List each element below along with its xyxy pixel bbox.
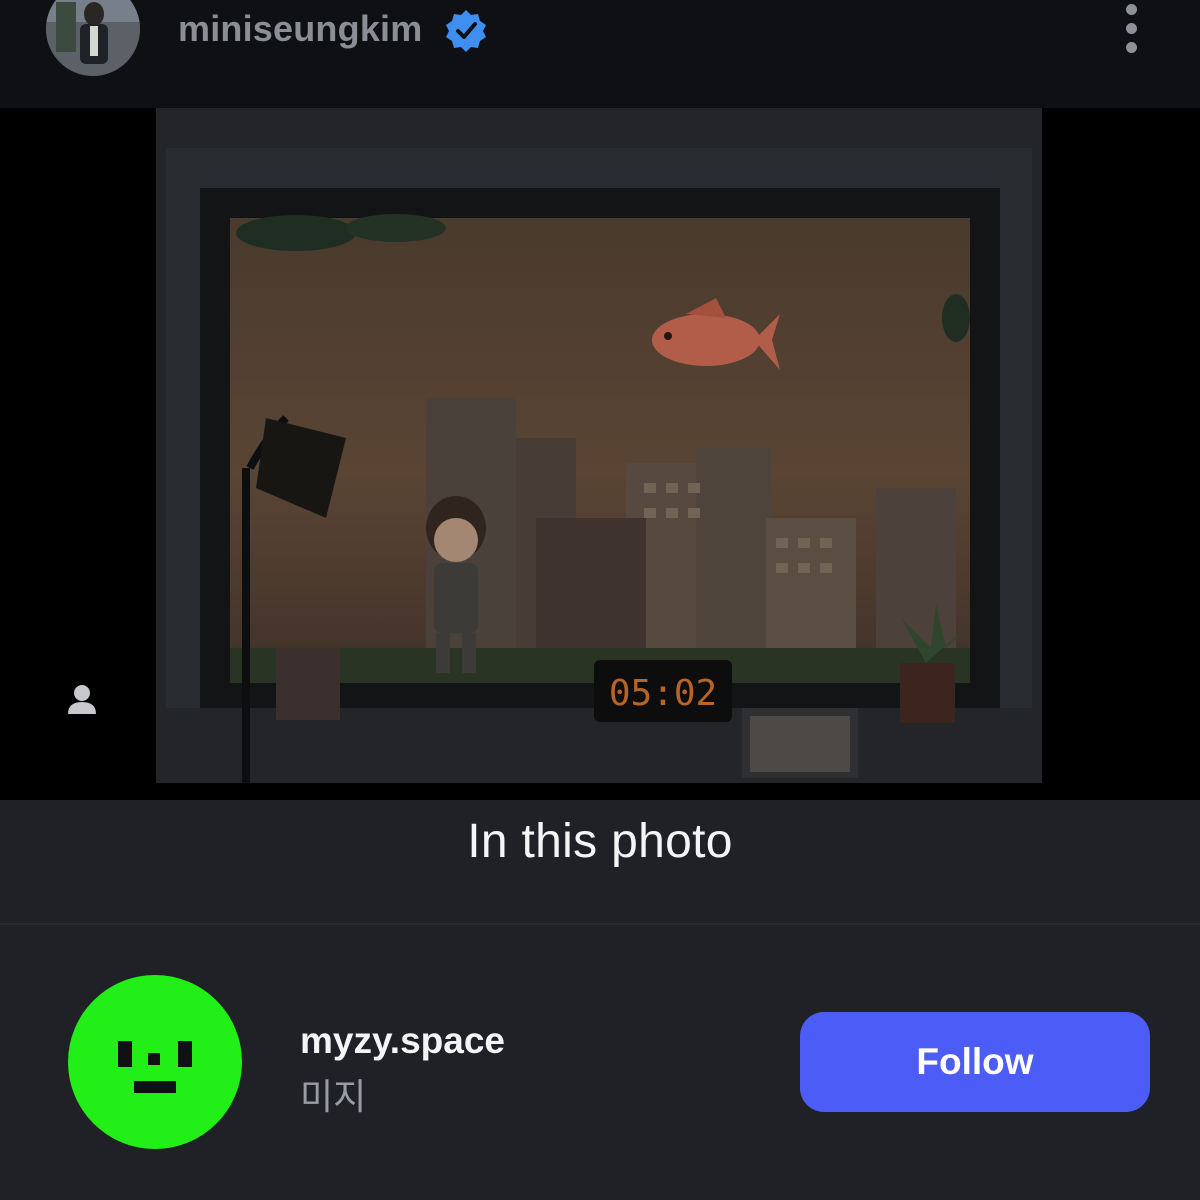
tagged-user-name: 미지	[300, 1077, 367, 1118]
tagged-user-avatar[interactable]	[68, 975, 242, 1149]
person-tag-icon[interactable]	[60, 678, 104, 722]
post-header: miniseungkim	[0, 0, 1200, 108]
photo-image: 05:02	[156, 108, 1042, 783]
profile-avatar[interactable]	[46, 0, 140, 76]
more-options-icon[interactable]	[1110, 0, 1154, 60]
verified-badge-icon	[444, 8, 488, 52]
header-username[interactable]: miniseungkim	[178, 8, 422, 50]
sheet-divider	[0, 923, 1200, 925]
tagged-user-handle[interactable]: myzy.space	[300, 1020, 505, 1062]
tags-sheet: In this photo myzy.space 미지 Follow	[0, 800, 1200, 1200]
post-photo[interactable]: 05:02	[0, 108, 1200, 800]
sheet-title: In this photo	[467, 815, 733, 868]
follow-button[interactable]: Follow	[800, 1012, 1150, 1112]
